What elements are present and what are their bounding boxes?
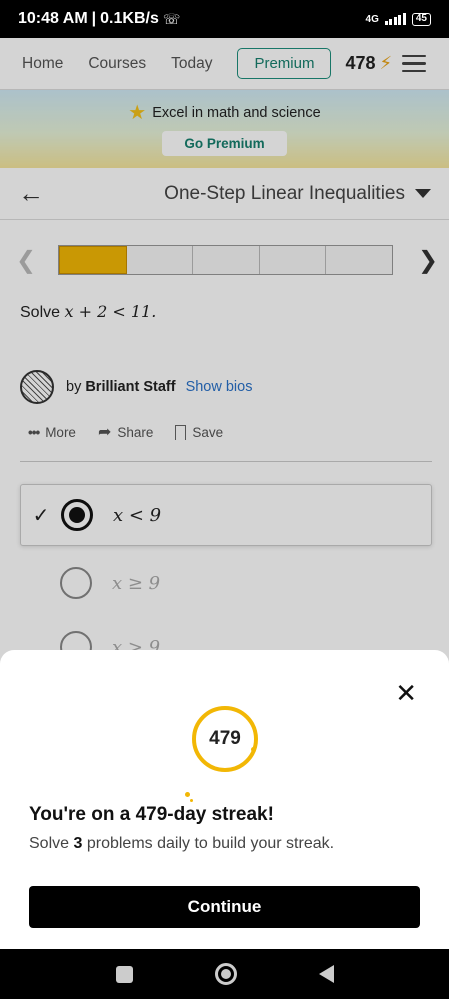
streak-title: You're on a 479-day streak! xyxy=(29,804,274,825)
battery-icon: 45 xyxy=(411,12,431,26)
close-icon[interactable]: ✕ xyxy=(395,680,417,706)
signal-icon xyxy=(384,13,406,25)
status-separator: | xyxy=(91,10,97,27)
streak-badge: 479 xyxy=(192,706,258,772)
sparkle-dot xyxy=(185,792,190,797)
recent-apps-icon[interactable] xyxy=(115,965,133,983)
streak-modal: ✕ 479 You're on a 479-day streak! Solve … xyxy=(0,650,449,949)
subtitle-post: problems daily to build your streak. xyxy=(86,835,335,852)
sparkle-dot xyxy=(190,799,193,802)
streak-badge-count: 479 xyxy=(209,728,241,749)
network-type: 4G xyxy=(365,13,379,25)
subtitle-pre: Solve xyxy=(29,835,70,852)
battery-level: 45 xyxy=(415,12,427,24)
continue-button[interactable]: Continue xyxy=(29,886,420,928)
back-triangle-icon[interactable] xyxy=(318,965,334,983)
status-speed: 0.1KB/s xyxy=(100,10,159,27)
system-nav-bar xyxy=(0,949,449,999)
whatsapp-icon: ☏ xyxy=(162,10,181,27)
home-icon[interactable] xyxy=(214,963,237,985)
app-content: Home Courses Today Premium 478 ⚡ ★ Excel… xyxy=(0,38,449,949)
streak-subtitle: Solve 3 problems daily to build your str… xyxy=(29,835,334,853)
status-time: 10:48 AM xyxy=(18,10,88,27)
subtitle-count: 3 xyxy=(73,835,83,852)
status-bar: 10:48 AM | 0.1KB/s ☏ 4G 45 xyxy=(0,0,449,38)
